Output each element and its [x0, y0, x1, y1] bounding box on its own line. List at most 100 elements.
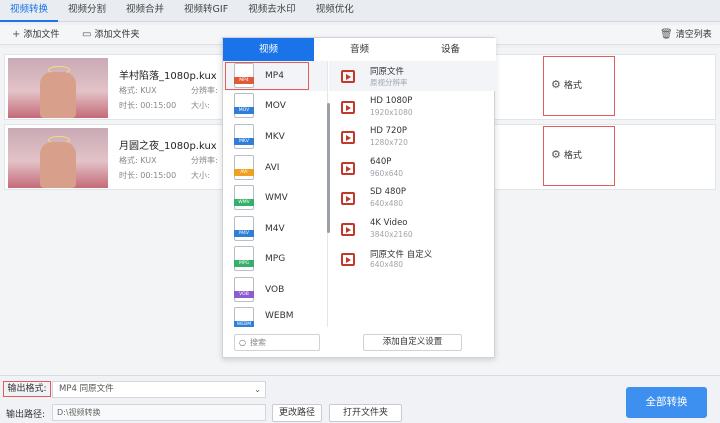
format-button[interactable]: ⚙ 格式: [551, 148, 582, 161]
format-item-mp4[interactable]: MP4 MP4: [223, 61, 327, 91]
format-list: MP4 MP4 MOV MOV MKV MKV AVI AVI WMV WMV …: [223, 61, 330, 327]
panel-tab-video[interactable]: 视频: [223, 38, 314, 61]
preset-item[interactable]: 同原文件 自定义 640x480: [329, 244, 496, 274]
tab-video-convert[interactable]: 视频转换: [0, 0, 59, 22]
tab-video-to-gif[interactable]: 视频转GIF: [174, 0, 238, 22]
preset-resolution: 640x480: [370, 260, 404, 269]
video-preset-icon: [341, 70, 355, 83]
format-item-mov[interactable]: MOV MOV: [223, 91, 327, 121]
add-folder-label: 添加文件夹: [94, 30, 140, 40]
plus-icon: +: [12, 29, 21, 40]
file-icon: WEBM: [234, 307, 254, 327]
clear-list-label: 清空列表: [675, 30, 712, 40]
preset-item[interactable]: HD 720P 1280x720: [329, 122, 496, 152]
format-label: AVI: [265, 163, 280, 173]
format-label: WMV: [265, 193, 288, 203]
preset-resolution: 1920x1080: [370, 108, 413, 117]
tab-video-split[interactable]: 视频分割: [58, 0, 116, 22]
preset-resolution: 原视分辨率: [370, 78, 408, 87]
output-format-label: 输出格式:: [3, 381, 51, 397]
video-preset-icon: [341, 131, 355, 144]
output-path-field[interactable]: D:\视频转换: [52, 404, 266, 421]
trash-icon: 🗑: [660, 29, 673, 40]
preset-name: 同原文件 自定义: [370, 250, 433, 260]
format-label: WEBM: [265, 311, 294, 321]
tab-video-optimize[interactable]: 视频优化: [306, 0, 364, 22]
size-meta: 大小:: [191, 101, 210, 110]
panel-tab-device[interactable]: 设备: [405, 38, 496, 61]
resolution-meta: 分辨率:: [191, 86, 218, 95]
resolution-meta: 分辨率:: [191, 156, 218, 165]
add-file-button[interactable]: + 添加文件: [12, 28, 59, 42]
format-label: MOV: [265, 101, 286, 111]
format-item-webm[interactable]: WEBM WEBM: [223, 305, 327, 327]
preset-item[interactable]: SD 480P 640x480: [329, 183, 496, 213]
add-file-label: 添加文件: [23, 30, 60, 40]
video-preset-icon: [341, 101, 355, 114]
format-item-wmv[interactable]: WMV WMV: [223, 183, 327, 213]
format-item-m4v[interactable]: M4V M4V: [223, 214, 327, 244]
panel-tabs: 视频 音频 设备: [223, 38, 496, 61]
preset-item[interactable]: HD 1080P 1920x1080: [329, 92, 496, 122]
format-label: VOB: [265, 285, 285, 295]
output-format-value: MP4 同原文件: [59, 384, 114, 394]
search-input[interactable]: [249, 338, 314, 347]
main-tab-bar: 视频转换 视频分割 视频合并 视频转GIF 视频去水印 视频优化: [0, 0, 720, 22]
preset-item[interactable]: 同原文件 原视分辨率: [329, 61, 496, 91]
format-item-vob[interactable]: VOB VOB: [223, 275, 327, 305]
chevron-down-icon: ⌄: [254, 385, 261, 394]
bottom-bar: 输出格式: MP4 同原文件 ⌄ 输出路径: D:\视频转换 更改路径 打开文件…: [0, 375, 720, 423]
format-meta: 格式: KUX: [119, 156, 157, 165]
add-folder-button[interactable]: ▭ 添加文件夹: [82, 28, 139, 42]
preset-item[interactable]: 640P 960x640: [329, 153, 496, 183]
duration-meta: 时长: 00:15:00: [119, 101, 177, 110]
format-button-label: 格式: [563, 81, 582, 91]
add-custom-setting-button[interactable]: 添加自定义设置: [363, 334, 462, 351]
gear-icon: ⚙: [551, 148, 561, 161]
size-meta: 大小:: [191, 171, 210, 180]
convert-all-button[interactable]: 全部转换: [626, 387, 707, 418]
format-box: ⚙ 格式: [543, 126, 615, 186]
format-label: MKV: [265, 132, 285, 142]
video-preset-icon: [341, 223, 355, 236]
format-item-mpg[interactable]: MPG MPG: [223, 244, 327, 274]
format-box: ⚙ 格式: [543, 56, 615, 116]
format-search[interactable]: ○: [234, 334, 320, 351]
preset-name: HD 720P: [370, 126, 407, 136]
video-thumbnail: [8, 128, 108, 188]
preset-name: 640P: [370, 157, 392, 167]
video-thumbnail: [8, 58, 108, 118]
tab-video-merge[interactable]: 视频合并: [116, 0, 174, 22]
preset-resolution: 640x480: [370, 199, 404, 208]
format-item-avi[interactable]: AVI AVI: [223, 153, 327, 183]
panel-tab-audio[interactable]: 音频: [314, 38, 405, 61]
preset-name: 同原文件: [370, 67, 405, 77]
file-icon: MKV: [234, 124, 254, 149]
format-meta: 格式: KUX: [119, 86, 157, 95]
file-icon: WMV: [234, 185, 254, 210]
folder-icon: ▭: [82, 29, 92, 40]
preset-name: 4K Video: [370, 218, 408, 228]
video-preset-icon: [341, 162, 355, 175]
preset-name: HD 1080P: [370, 96, 413, 106]
format-button-label: 格式: [563, 151, 582, 161]
output-format-select[interactable]: MP4 同原文件 ⌄: [52, 381, 266, 398]
format-button[interactable]: ⚙ 格式: [551, 78, 582, 91]
change-path-button[interactable]: 更改路径: [272, 404, 322, 422]
video-preset-icon: [341, 253, 355, 266]
search-icon: ○: [239, 338, 246, 347]
duration-meta: 时长: 00:15:00: [119, 171, 177, 180]
format-dropdown-panel: 视频 音频 设备 MP4 MP4 MOV MOV MKV MKV AVI AVI…: [222, 37, 496, 358]
file-name: 羊村陷落_1080p.kux: [119, 71, 217, 82]
format-item-mkv[interactable]: MKV MKV: [223, 122, 327, 152]
preset-resolution: 960x640: [370, 169, 404, 178]
gear-icon: ⚙: [551, 78, 561, 91]
video-preset-icon: [341, 192, 355, 205]
preset-name: SD 480P: [370, 187, 406, 197]
clear-list-button[interactable]: 🗑 清空列表: [660, 28, 712, 42]
preset-item[interactable]: 4K Video 3840x2160: [329, 214, 496, 244]
tab-remove-watermark[interactable]: 视频去水印: [238, 0, 306, 22]
open-folder-button[interactable]: 打开文件夹: [329, 404, 402, 422]
file-icon: M4V: [234, 216, 254, 241]
format-label: MP4: [265, 71, 284, 81]
